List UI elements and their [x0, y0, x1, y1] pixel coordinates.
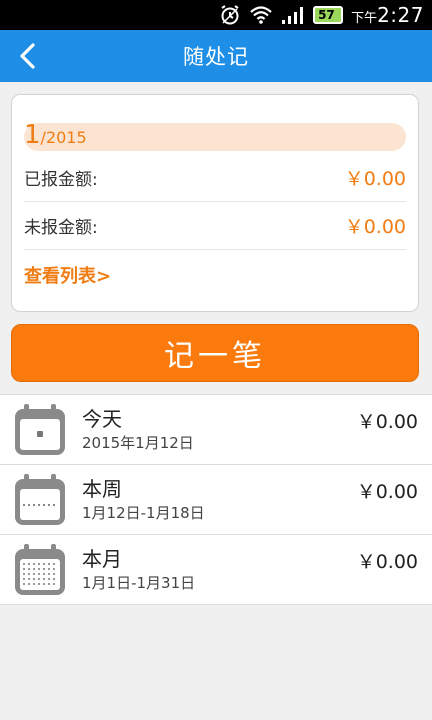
period-name: 本月 [82, 546, 122, 571]
wifi-icon [249, 0, 273, 30]
list-item-month[interactable]: 本月 1月1日-1月31日 ￥0.00 [0, 535, 432, 605]
back-button[interactable] [8, 36, 48, 76]
time-prefix: 下午 [351, 11, 378, 26]
list-item-today[interactable]: 今天 2015年1月12日 ￥0.00 [0, 395, 432, 465]
reported-value: ￥0.00 [344, 168, 406, 190]
period-amount: ￥0.00 [356, 411, 418, 433]
alarm-icon [219, 0, 241, 30]
period-range: 1月12日-1月18日 [82, 503, 205, 522]
period-amount: ￥0.00 [356, 481, 418, 503]
app-header: 随处记 [0, 30, 432, 82]
reported-amount-row: 已报金额: ￥0.00 [24, 154, 406, 202]
unreported-value: ￥0.00 [344, 216, 406, 238]
period-amount: ￥0.00 [356, 551, 418, 573]
summary-card: 1/2015 已报金额: ￥0.00 未报金额: ￥0.00 查看列表> [11, 94, 419, 312]
calendar-month-icon [15, 543, 65, 595]
page-title: 随处记 [183, 45, 249, 69]
month-number: 1 [24, 120, 41, 150]
period-range: 2015年1月12日 [82, 433, 194, 452]
unreported-label: 未报金额: [24, 218, 98, 238]
calendar-day-icon [15, 403, 65, 455]
battery-icon: 57 [313, 6, 344, 24]
period-list: 今天 2015年1月12日 ￥0.00 本周 1月12日-1月18日 ￥0.00 [0, 394, 432, 605]
status-bar: 57 下午2:27 [0, 0, 432, 30]
view-list-link[interactable]: 查看列表> [24, 250, 406, 300]
period-range: 1月1日-1月31日 [82, 573, 196, 592]
period-name: 本周 [82, 476, 122, 501]
clock-time: 2:27 [377, 3, 424, 27]
period-name: 今天 [82, 406, 122, 431]
chevron-left-icon [20, 43, 35, 69]
calendar-week-icon [15, 473, 65, 525]
record-button[interactable]: 记一笔 [11, 324, 419, 382]
month-year: /2015 [40, 128, 87, 147]
list-item-week[interactable]: 本周 1月12日-1月18日 ￥0.00 [0, 465, 432, 535]
month-selector[interactable]: 1/2015 [24, 120, 406, 151]
signal-icon [281, 0, 305, 30]
unreported-amount-row: 未报金额: ￥0.00 [24, 202, 406, 250]
reported-label: 已报金额: [24, 170, 98, 190]
